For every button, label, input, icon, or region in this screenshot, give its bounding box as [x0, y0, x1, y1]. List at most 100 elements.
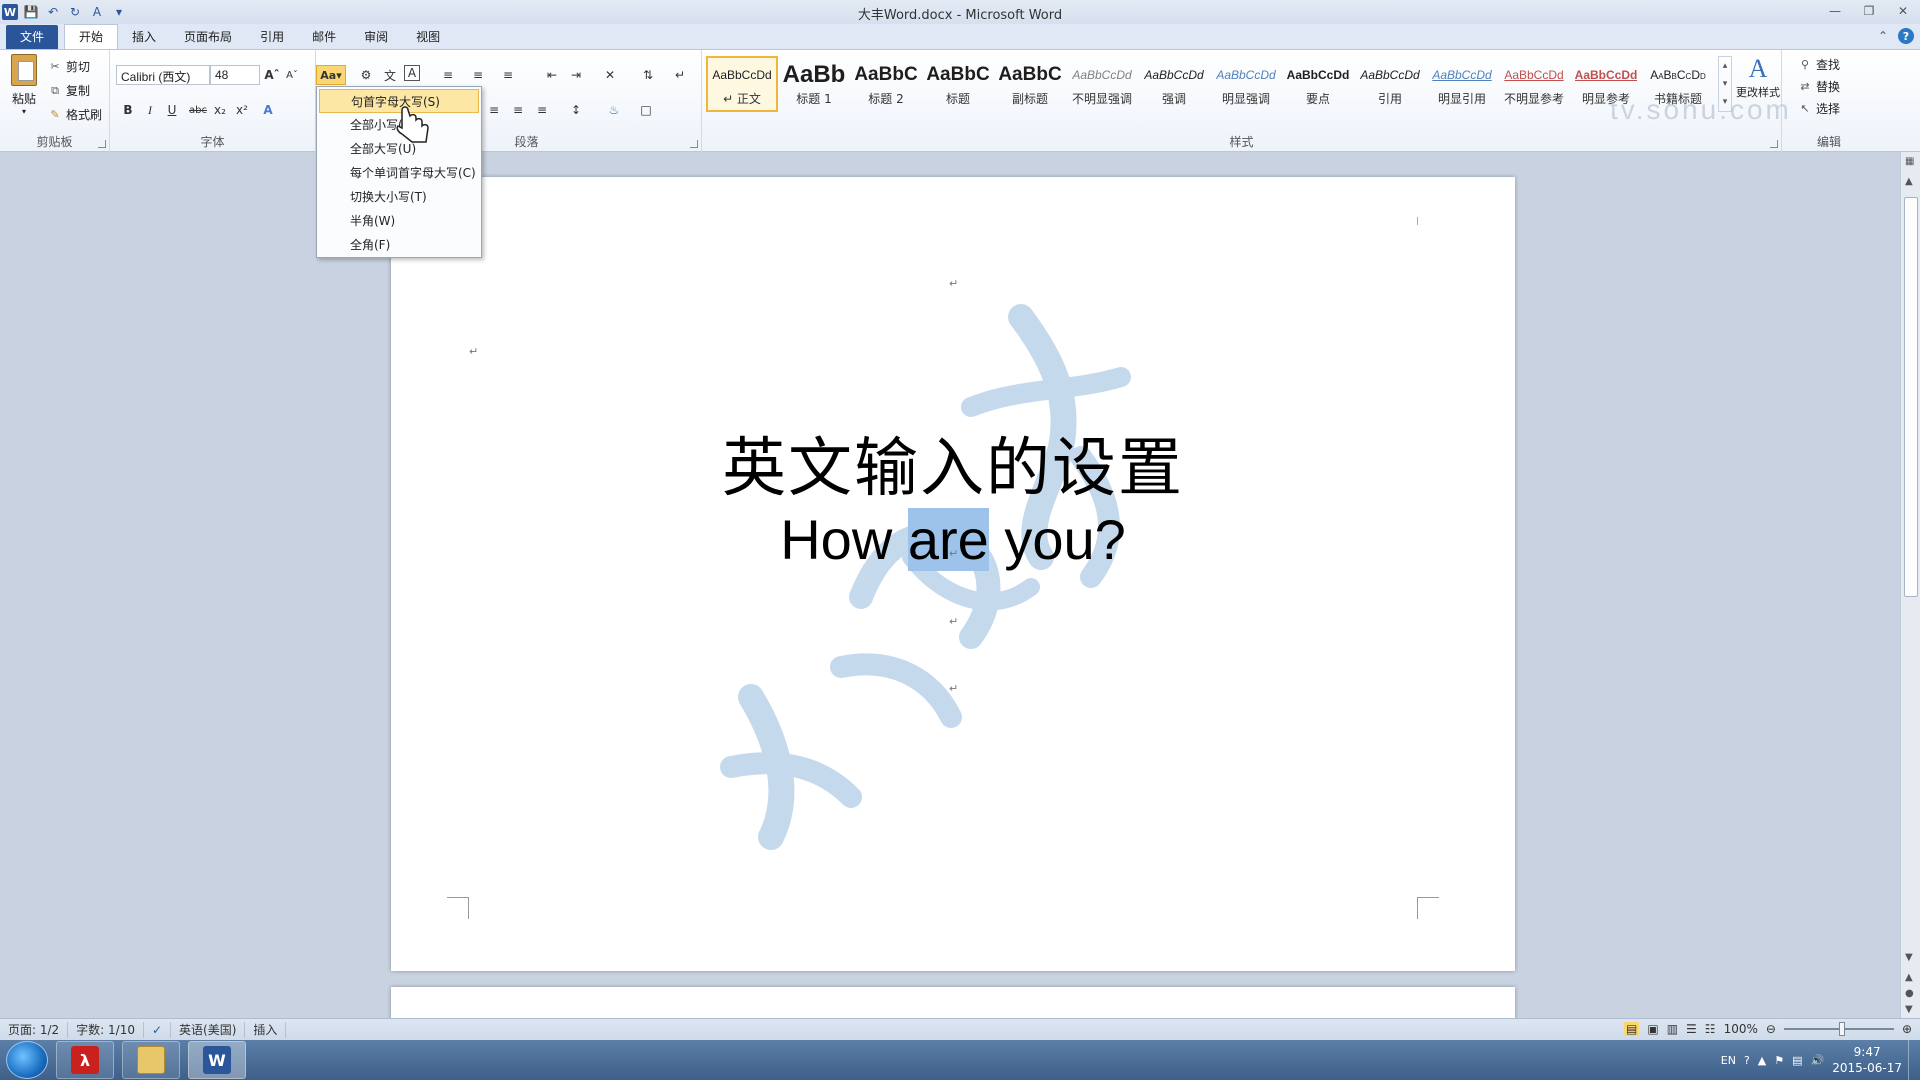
style-heading-1[interactable]: AaBb 标题 1	[778, 56, 850, 112]
web-layout-view-icon[interactable]: ▥	[1667, 1022, 1678, 1036]
volume-icon[interactable]: 🔊	[1811, 1054, 1825, 1067]
style-intense-emphasis[interactable]: AaBbCcDd 明显强调	[1210, 56, 1282, 112]
numbering-icon[interactable]: ≡	[468, 65, 488, 85]
tab-insert[interactable]: 插入	[118, 25, 170, 49]
paste-dropdown-icon[interactable]: ▾	[22, 107, 26, 116]
line-spacing-icon[interactable]: ↕	[566, 100, 586, 120]
replace-button[interactable]: ⇄ 替换	[1798, 78, 1840, 95]
clock[interactable]: 9:47 2015-06-17	[1832, 1044, 1902, 1076]
scroll-up-icon[interactable]: ▲	[1905, 176, 1913, 187]
style-heading-2[interactable]: AaBbC 标题 2	[850, 56, 922, 112]
borders-icon[interactable]: □	[636, 100, 656, 120]
minimize-button[interactable]: —	[1818, 0, 1852, 22]
style-subtle-reference[interactable]: AaBbCcDd 不明显参考	[1498, 56, 1570, 112]
align-right-icon[interactable]: ≡	[484, 100, 504, 120]
close-button[interactable]: ✕	[1886, 0, 1920, 22]
restore-button[interactable]: ❐	[1852, 0, 1886, 22]
sort-icon[interactable]: ⇅	[638, 65, 658, 85]
taskbar-acrobat[interactable]: λ	[56, 1041, 114, 1079]
select-button[interactable]: ↖ 选择	[1798, 100, 1840, 117]
style-emphasis[interactable]: AaBbCcDd 强调	[1138, 56, 1210, 112]
styles-launcher[interactable]	[1770, 140, 1778, 148]
style-quote[interactable]: AaBbCcDd 引用	[1354, 56, 1426, 112]
character-border-icon[interactable]: A	[404, 65, 420, 81]
vertical-scrollbar[interactable]: ▦ ▲ ▼ ▲ ● ▼	[1900, 152, 1920, 1018]
font-name-combo[interactable]: Calibri (西文)	[116, 65, 210, 85]
tab-review[interactable]: 审阅	[350, 25, 402, 49]
network-icon[interactable]: ▤	[1792, 1054, 1802, 1067]
paste-button[interactable]: 粘贴 ▾	[6, 54, 42, 124]
subscript-button[interactable]: x₂	[210, 100, 230, 120]
paragraph-launcher[interactable]	[690, 140, 698, 148]
input-language[interactable]: EN	[1721, 1054, 1736, 1067]
clipboard-launcher[interactable]	[98, 140, 106, 148]
multilevel-list-icon[interactable]: ≡	[498, 65, 518, 85]
selected-word[interactable]: are	[907, 508, 989, 571]
draft-view-icon[interactable]: ☷	[1705, 1022, 1716, 1036]
scroll-down-icon[interactable]: ▼	[1905, 952, 1913, 963]
bold-button[interactable]: B	[118, 100, 138, 120]
previous-page-icon[interactable]: ▲	[1905, 972, 1913, 983]
start-button[interactable]	[6, 1041, 48, 1079]
taskbar-word[interactable]: W	[188, 1041, 246, 1079]
grow-font-button[interactable]: Aˆ	[262, 65, 282, 85]
increase-indent-icon[interactable]: ⇥	[566, 65, 586, 85]
italic-button[interactable]: I	[140, 100, 160, 120]
strikethrough-button[interactable]: abc	[188, 100, 208, 120]
style-strong[interactable]: AaBbCcDd 要点	[1282, 56, 1354, 112]
style-title[interactable]: AaBbC 标题	[922, 56, 994, 112]
ruler-toggle-icon[interactable]: ▦	[1905, 156, 1914, 167]
zoom-slider-knob[interactable]	[1838, 1022, 1845, 1036]
distribute-icon[interactable]: ≡	[532, 100, 552, 120]
cut-button[interactable]: ✂ 剪切	[48, 58, 90, 75]
chinese-layout-icon[interactable]: ✕	[600, 65, 620, 85]
undo-icon[interactable]: ↶	[44, 3, 62, 21]
browse-object-icon[interactable]: ●	[1905, 988, 1914, 999]
phonetic-guide-icon[interactable]: 文	[380, 65, 400, 85]
document-page-2[interactable]	[391, 987, 1515, 1018]
zoom-level[interactable]: 100%	[1724, 1022, 1758, 1036]
zoom-out-icon[interactable]: ⊖	[1766, 1022, 1776, 1036]
show-hidden-icons[interactable]: ▲	[1758, 1054, 1766, 1067]
taskbar-explorer[interactable]	[122, 1041, 180, 1079]
next-page-icon[interactable]: ▼	[1905, 1004, 1913, 1015]
tab-file[interactable]: 文件	[6, 25, 59, 49]
show-desktop-button[interactable]	[1908, 1040, 1920, 1080]
decrease-indent-icon[interactable]: ⇤	[542, 65, 562, 85]
tab-references[interactable]: 引用	[246, 25, 298, 49]
customize-qat-icon[interactable]: ▾	[110, 3, 128, 21]
help-tray-icon[interactable]: ?	[1744, 1054, 1750, 1067]
tab-mailings[interactable]: 邮件	[298, 25, 350, 49]
tab-page-layout[interactable]: 页面布局	[170, 25, 246, 49]
superscript-button[interactable]: x²	[232, 100, 252, 120]
word-count[interactable]: 字数: 1/10	[68, 1021, 144, 1038]
tab-home[interactable]: 开始	[64, 24, 119, 49]
language-indicator[interactable]: 英语(美国)	[171, 1021, 246, 1038]
proofing-icon[interactable]: ✓	[144, 1021, 172, 1038]
menu-item-half-width[interactable]: 半角(W)	[317, 209, 481, 233]
full-screen-view-icon[interactable]: ▣	[1647, 1022, 1658, 1036]
word-app-icon[interactable]: W	[2, 4, 18, 20]
underline-button[interactable]: U	[162, 100, 182, 120]
style-subtitle[interactable]: AaBbC 副标题	[994, 56, 1066, 112]
scroll-thumb[interactable]	[1904, 197, 1918, 597]
heading-english[interactable]: How are you?	[391, 507, 1515, 572]
redo-icon[interactable]: ↻	[66, 3, 84, 21]
justify-icon[interactable]: ≡	[508, 100, 528, 120]
change-case-button[interactable]: Aa ▾	[316, 65, 346, 85]
action-center-icon[interactable]: ⚑	[1774, 1054, 1784, 1067]
font-size-combo[interactable]: 48	[210, 65, 260, 85]
find-button[interactable]: ⚲ 查找	[1798, 56, 1840, 73]
style-normal[interactable]: AaBbCcDd ↵ 正文	[706, 56, 778, 112]
print-layout-view-icon[interactable]: ▤	[1624, 1022, 1640, 1036]
menu-item-full-width[interactable]: 全角(F)	[317, 233, 481, 257]
style-subtle-emphasis[interactable]: AaBbCcDd 不明显强调	[1066, 56, 1138, 112]
menu-item-capitalize-each-word[interactable]: 每个单词首字母大写(C)	[317, 161, 481, 185]
bullets-icon[interactable]: ≡	[438, 65, 458, 85]
minimize-ribbon-icon[interactable]: ⌃	[1878, 29, 1888, 43]
document-area[interactable]: ↵ ↵ ↵ 英文输入的设置 How are you? ↵ ↵ ↵	[0, 152, 1900, 1018]
copy-button[interactable]: ⧉ 复制	[48, 82, 90, 99]
zoom-in-icon[interactable]: ⊕	[1902, 1022, 1912, 1036]
clear-format-icon[interactable]: ⚙	[356, 65, 376, 85]
shading-icon[interactable]: ♨	[604, 100, 624, 120]
